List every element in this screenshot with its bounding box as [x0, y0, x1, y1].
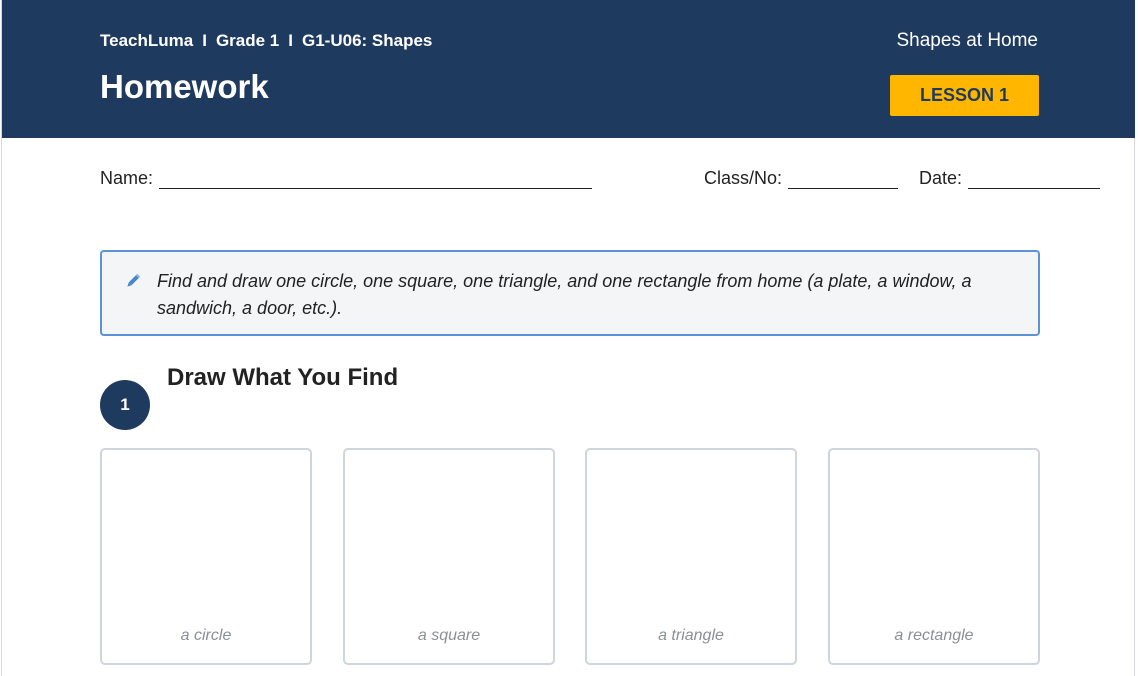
breadcrumb-unit: G1-U06: Shapes	[302, 31, 433, 50]
lesson-badge: LESSON 1	[890, 75, 1039, 116]
class-field[interactable]: Class/No:	[704, 168, 899, 189]
topic-title: Shapes at Home	[896, 30, 1038, 51]
worksheet-page: TeachLuma I Grade 1 I G1-U06: Shapes Homewor…	[1, 0, 1135, 676]
breadcrumb-separator: I	[202, 31, 207, 50]
header-banner: TeachLuma I Grade 1 I G1-U06: Shapes Homewor…	[2, 0, 1135, 138]
page-title: Homework	[100, 68, 269, 105]
name-label: Name:	[100, 168, 154, 188]
breadcrumb-brand: TeachLuma	[100, 31, 194, 50]
breadcrumb-separator: I	[288, 31, 293, 50]
breadcrumb: TeachLuma I Grade 1 I G1-U06: Shapes	[100, 31, 432, 51]
date-line[interactable]	[968, 170, 1101, 189]
date-field[interactable]: Date:	[919, 168, 1101, 189]
section-number: 1	[100, 380, 150, 430]
date-label: Date:	[919, 168, 963, 188]
drawing-box-square[interactable]: a square	[343, 448, 555, 665]
drawing-box-circle[interactable]: a circle	[100, 448, 312, 665]
breadcrumb-grade: Grade 1	[215, 31, 280, 50]
instructions-box: Find and draw one circle, one square, on…	[100, 250, 1040, 336]
class-label: Class/No:	[704, 168, 783, 188]
name-field[interactable]: Name:	[100, 168, 593, 189]
instructions-text: Find and draw one circle, one square, on…	[157, 271, 972, 318]
box-label: a rectangle	[894, 627, 974, 644]
box-label: a triangle	[658, 627, 724, 644]
section-title: Draw What You Find	[167, 364, 399, 391]
name-line[interactable]	[159, 170, 593, 189]
box-label: a square	[417, 627, 481, 644]
drawing-box-rectangle[interactable]: a rectangle	[828, 448, 1040, 665]
class-line[interactable]	[788, 170, 899, 189]
box-label: a circle	[180, 627, 232, 644]
pencil-icon	[127, 273, 141, 287]
drawing-box-triangle[interactable]: a triangle	[585, 448, 797, 665]
